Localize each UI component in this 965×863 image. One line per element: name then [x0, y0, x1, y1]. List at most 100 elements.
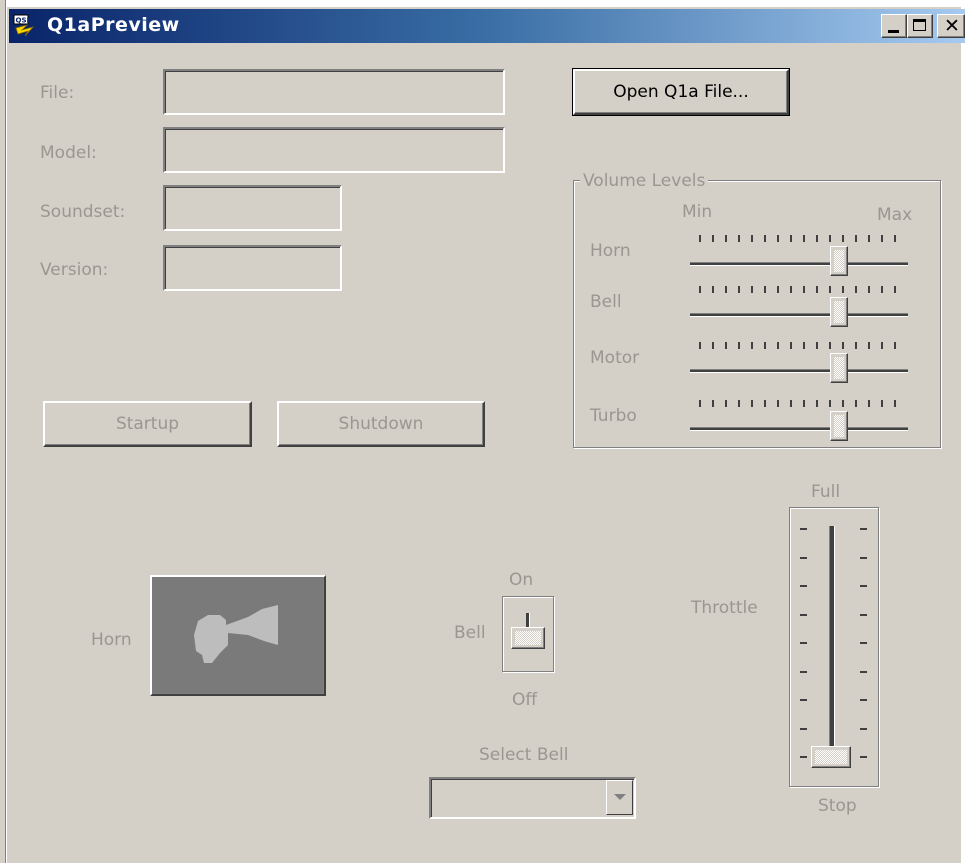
slider-tick: [764, 286, 766, 293]
slider-tick: [829, 235, 831, 242]
throttle-slider[interactable]: [789, 507, 879, 787]
slider-tick: [816, 235, 818, 242]
slider-tick: [712, 286, 714, 293]
volume-horn-slider[interactable]: [690, 235, 908, 276]
slider-tick: [738, 342, 740, 349]
throttle-tick: [860, 699, 867, 701]
slider-tick: [751, 400, 753, 407]
window-title: Q1aPreview: [47, 14, 180, 36]
bell-toggle[interactable]: [502, 596, 554, 672]
throttle-stop-label: Stop: [818, 796, 857, 816]
slider-tick: [790, 286, 792, 293]
select-bell-dropdown[interactable]: [429, 777, 636, 819]
volume-bell-slider[interactable]: [690, 286, 908, 327]
soundset-field[interactable]: [163, 185, 342, 231]
slider-tick: [738, 235, 740, 242]
slider-tick: [894, 286, 896, 293]
slider-tick: [855, 235, 857, 242]
slider-tick: [751, 235, 753, 242]
slider-tick: [725, 342, 727, 349]
slider-tick: [894, 342, 896, 349]
slider-track: [690, 313, 908, 317]
model-field[interactable]: [163, 127, 505, 173]
bell-toggle-thumb[interactable]: [511, 627, 545, 649]
slider-tick: [868, 400, 870, 407]
slider-tick: [712, 342, 714, 349]
throttle-label: Throttle: [691, 598, 758, 618]
volume-motor-slider[interactable]: [690, 342, 908, 383]
volume-turbo-slider[interactable]: [690, 400, 908, 441]
slider-tick: [868, 235, 870, 242]
shutdown-button[interactable]: Shutdown: [277, 401, 485, 447]
throttle-tick: [800, 699, 807, 701]
file-label: File:: [40, 83, 75, 103]
select-bell-arrow-button[interactable]: [606, 780, 633, 815]
throttle-tick: [800, 614, 807, 616]
throttle-tick: [800, 557, 807, 559]
slider-tick: [725, 235, 727, 242]
model-label: Model:: [40, 143, 97, 163]
slider-thumb[interactable]: [830, 353, 848, 383]
horn-button[interactable]: [150, 575, 326, 696]
file-field[interactable]: [163, 69, 505, 115]
slider-tick: [764, 400, 766, 407]
slider-tick: [803, 400, 805, 407]
open-q1a-file-button[interactable]: Open Q1a File...: [572, 68, 790, 116]
bell-on-label: On: [509, 570, 534, 590]
slider-tick: [777, 235, 779, 242]
slider-tick: [829, 342, 831, 349]
slider-tick: [712, 235, 714, 242]
throttle-tick: [800, 642, 807, 644]
version-field[interactable]: [163, 245, 342, 291]
maximize-button[interactable]: [907, 14, 933, 38]
slider-tick: [816, 286, 818, 293]
close-icon: ✕: [944, 15, 960, 37]
slider-tick: [829, 400, 831, 407]
volume-motor-label: Motor: [590, 348, 640, 368]
maximize-icon: [913, 19, 926, 31]
throttle-tick: [860, 528, 867, 530]
slider-tick: [725, 400, 727, 407]
slider-tick: [803, 235, 805, 242]
slider-thumb[interactable]: [830, 297, 848, 327]
throttle-tick: [860, 557, 867, 559]
startup-button[interactable]: Startup: [43, 401, 252, 447]
slider-tick: [751, 286, 753, 293]
volume-horn-label: Horn: [590, 241, 631, 261]
slider-tick: [803, 286, 805, 293]
slider-tick: [881, 286, 883, 293]
volume-levels-title: Volume Levels: [580, 171, 709, 191]
volume-max-label: Max: [877, 205, 913, 225]
throttle-thumb[interactable]: [811, 746, 851, 768]
horn-icon: [194, 605, 278, 663]
throttle-tick: [860, 585, 867, 587]
slider-tick: [881, 235, 883, 242]
volume-min-label: Min: [682, 202, 713, 222]
slider-tick: [842, 235, 844, 242]
slider-tick: [738, 286, 740, 293]
slider-tick: [699, 342, 701, 349]
throttle-tick: [800, 671, 807, 673]
throttle-tick: [800, 585, 807, 587]
version-label: Version:: [40, 260, 109, 280]
slider-track: [690, 427, 908, 431]
close-button[interactable]: ✕: [937, 14, 965, 38]
throttle-tick: [800, 728, 807, 730]
slider-thumb[interactable]: [830, 411, 848, 441]
throttle-full-label: Full: [811, 482, 841, 502]
slider-tick: [738, 400, 740, 407]
slider-tick: [842, 286, 844, 293]
minimize-button[interactable]: [881, 14, 907, 38]
title-bar[interactable]: QSI Q1aPreview ✕: [9, 9, 965, 43]
slider-tick: [855, 286, 857, 293]
slider-tick: [777, 400, 779, 407]
slider-tick: [699, 235, 701, 242]
throttle-tick: [860, 671, 867, 673]
slider-track: [690, 262, 908, 266]
slider-tick: [699, 286, 701, 293]
slider-thumb[interactable]: [830, 246, 848, 276]
slider-tick: [803, 342, 805, 349]
slider-tick: [699, 400, 701, 407]
slider-tick: [764, 342, 766, 349]
minimize-icon: [888, 30, 899, 33]
